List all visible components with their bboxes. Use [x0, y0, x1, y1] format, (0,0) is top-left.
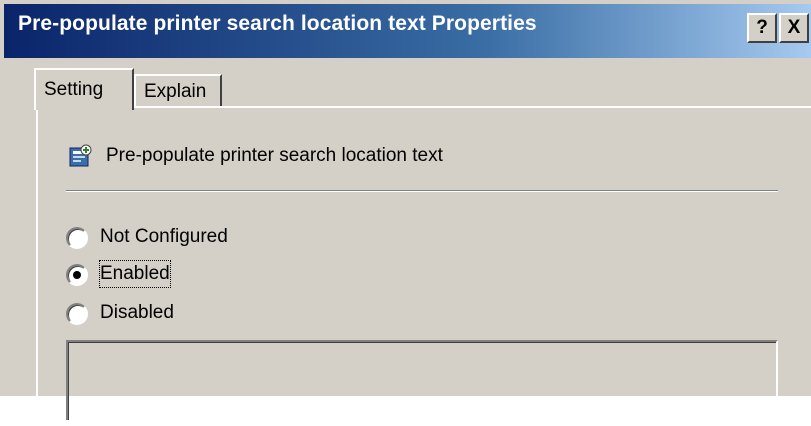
options-area — [66, 340, 778, 420]
window-title: Pre-populate printer search location tex… — [18, 12, 537, 35]
radio-label-disabled[interactable]: Disabled — [100, 300, 174, 326]
tab-setting[interactable]: Setting — [34, 68, 134, 110]
policy-setting-icon — [69, 144, 92, 167]
radio-button-selected[interactable] — [66, 264, 88, 286]
radio-label-not-configured[interactable]: Not Configured — [100, 224, 228, 250]
title-bar[interactable]: Pre-populate printer search location tex… — [4, 4, 811, 58]
properties-dialog: Pre-populate printer search location tex… — [0, 0, 811, 426]
policy-name: Pre-populate printer search location tex… — [106, 145, 443, 166]
radio-label-enabled[interactable]: Enabled — [99, 260, 171, 288]
help-button[interactable]: ? — [747, 13, 777, 43]
radio-dot — [73, 271, 81, 279]
radio-button[interactable] — [66, 227, 88, 249]
radio-button[interactable] — [66, 303, 88, 325]
tab-explain[interactable]: Explain — [134, 74, 222, 108]
separator — [66, 190, 778, 192]
close-button[interactable]: X — [779, 13, 809, 43]
